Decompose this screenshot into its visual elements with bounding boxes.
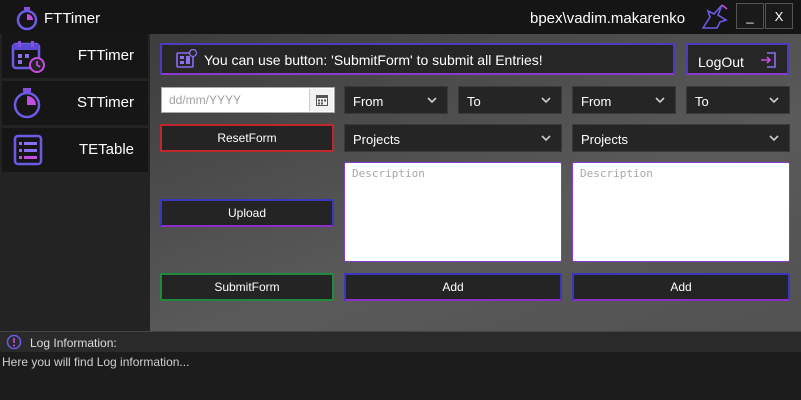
dropdown-label: Projects <box>353 132 400 147</box>
submit-form-button[interactable]: SubmitForm <box>160 273 334 301</box>
date-input[interactable] <box>162 88 308 112</box>
log-title: Log Information: <box>30 336 117 350</box>
date-field[interactable] <box>161 87 335 113</box>
entry2-description[interactable] <box>572 162 790 262</box>
entry1-description-input[interactable] <box>345 163 561 261</box>
sidebar: FTTimer STTimer TETable <box>0 34 150 331</box>
entry1-to-dropdown[interactable]: To <box>458 86 562 114</box>
stopwatch-icon <box>13 88 41 119</box>
dropdown-label: From <box>581 94 612 109</box>
chevron-down-icon <box>769 97 779 104</box>
entry2-from-dropdown[interactable]: From <box>572 86 676 114</box>
dropdown-label: Projects <box>581 132 628 147</box>
entry1-description[interactable] <box>344 162 562 262</box>
close-button[interactable]: X <box>765 3 793 29</box>
chevron-down-icon <box>655 97 665 104</box>
calendar-icon[interactable] <box>309 89 333 111</box>
chevron-down-icon <box>541 97 551 104</box>
minimize-button[interactable]: _ <box>736 3 764 29</box>
info-banner: You can use button: 'SubmitForm' to subm… <box>160 43 675 75</box>
title-bar: FTTimer bpex\vadim.makarenko _ X <box>0 0 801 34</box>
log-header: Log Information: <box>0 331 801 352</box>
stopwatch-icon <box>16 7 38 31</box>
entry2-to-dropdown[interactable]: To <box>686 86 790 114</box>
entry2-projects-dropdown[interactable]: Projects <box>572 124 790 152</box>
upload-button[interactable]: Upload <box>160 199 334 227</box>
entry1-add-button[interactable]: Add <box>344 273 562 301</box>
log-info-icon <box>6 334 22 350</box>
entry2-add-button[interactable]: Add <box>572 273 790 301</box>
chevron-down-icon <box>769 135 779 142</box>
table-list-icon <box>13 134 43 166</box>
dropdown-label: To <box>467 94 481 109</box>
dropdown-label: From <box>353 94 384 109</box>
sidebar-item-sttimer[interactable]: STTimer <box>2 81 148 125</box>
sidebar-item-tetable[interactable]: TETable <box>2 128 148 172</box>
app-title: FTTimer <box>44 10 101 27</box>
sidebar-item-label: STTimer <box>77 94 134 111</box>
entry1-from-dropdown[interactable]: From <box>344 86 448 114</box>
sidebar-item-label: FTTimer <box>77 47 134 64</box>
sidebar-item-fttimer[interactable]: FTTimer <box>2 34 148 78</box>
chevron-down-icon <box>427 97 437 104</box>
banner-text: You can use button: 'SubmitForm' to subm… <box>204 52 543 68</box>
calendar-clock-icon <box>11 41 45 73</box>
entry2-description-input[interactable] <box>573 163 789 261</box>
dropdown-label: To <box>695 94 709 109</box>
info-panel-icon <box>176 49 198 68</box>
user-name: bpex\vadim.makarenko <box>530 10 686 27</box>
logout-icon <box>761 52 776 68</box>
chevron-down-icon <box>541 135 551 142</box>
logout-label: LogOut <box>698 54 744 70</box>
unicorn-logo-icon <box>701 4 728 29</box>
reset-form-button[interactable]: ResetForm <box>160 124 334 152</box>
sidebar-item-label: TETable <box>78 141 134 158</box>
entry1-projects-dropdown[interactable]: Projects <box>344 124 562 152</box>
log-text: Here you will find Log information... <box>2 355 190 369</box>
log-panel: Here you will find Log information... <box>0 352 801 400</box>
logout-button[interactable]: LogOut <box>686 43 789 75</box>
